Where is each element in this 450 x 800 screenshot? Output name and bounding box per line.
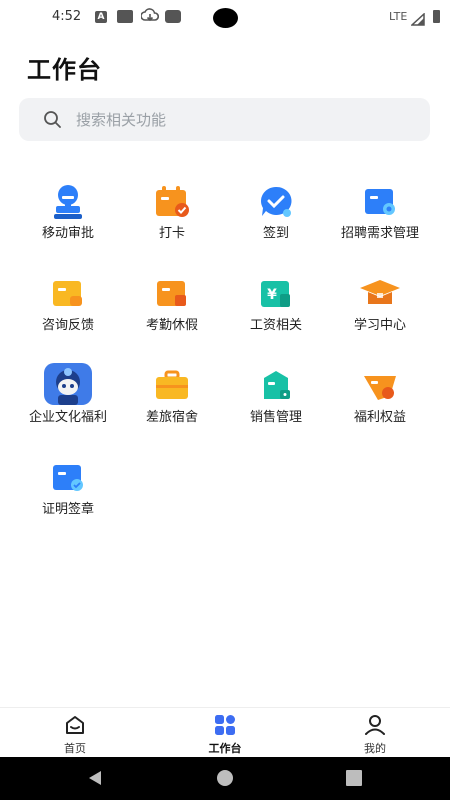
grid-item-learning-center[interactable]: 学习中心 [328, 264, 432, 344]
nav-home[interactable]: 首页 [0, 708, 150, 758]
home-button-icon[interactable] [216, 769, 234, 791]
bottom-nav: 首页 工作台 我的 [0, 707, 450, 757]
recruit-card-icon [356, 178, 404, 226]
certificate-card-icon [44, 454, 92, 502]
status-time: 4:52 [52, 9, 82, 24]
page-title: 工作台 [27, 56, 102, 84]
nav-workbench-label: 工作台 [208, 742, 242, 755]
salary-icon: ¥ [252, 270, 300, 318]
search-input[interactable] [76, 98, 406, 141]
recents-icon[interactable] [346, 770, 362, 790]
attendance-card-icon [148, 270, 196, 318]
nav-workbench[interactable]: 工作台 [150, 708, 300, 758]
graduation-cap-icon [356, 270, 404, 318]
grid-item-corporate-culture[interactable]: 企业文化福利 [16, 356, 120, 436]
cloud-download-icon [140, 8, 160, 28]
grid-item-label: 学习中心 [353, 318, 406, 333]
signal-icon [410, 11, 425, 30]
notification-square-icon [117, 10, 133, 23]
grid-item-certificate-seal[interactable]: 证明签章 [16, 448, 120, 528]
feedback-card-icon [44, 270, 92, 318]
grid-apps-icon [214, 714, 236, 736]
svg-text:¥: ¥ [267, 287, 277, 303]
notification-a-icon: A [95, 11, 107, 23]
grid-item-sign-in[interactable]: 签到 [224, 172, 328, 252]
calendar-check-icon [148, 178, 196, 226]
status-bar: 4:52 A LTE [0, 0, 450, 34]
grid-item-travel-dorm[interactable]: 差旅宿舍 [120, 356, 224, 436]
notification-app-icon [165, 10, 181, 23]
system-nav-bar [0, 757, 450, 800]
search-box[interactable] [19, 98, 430, 141]
check-bubble-icon [252, 178, 300, 226]
search-icon [43, 110, 62, 133]
back-icon[interactable] [86, 769, 104, 791]
grid-item-label: 招聘需求管理 [340, 226, 419, 241]
grid-item-label: 福利权益 [353, 410, 406, 425]
nav-home-label: 首页 [64, 742, 86, 755]
sales-bag-icon [252, 362, 300, 410]
nav-mine[interactable]: 我的 [300, 708, 450, 758]
grid-item-benefits[interactable]: 福利权益 [328, 356, 432, 436]
grid-item-feedback[interactable]: 咨询反馈 [16, 264, 120, 344]
stamp-icon [44, 178, 92, 226]
grid-item-sales[interactable]: 销售管理 [224, 356, 328, 436]
home-icon [64, 714, 86, 736]
camera-cutout [213, 8, 238, 28]
benefit-tag-icon [356, 362, 404, 410]
grid-item-label: 证明签章 [41, 502, 94, 517]
grid-item-clock-in[interactable]: 打卡 [120, 172, 224, 252]
grid-item-mobile-approval[interactable]: 移动审批 [16, 172, 120, 252]
grid-item-attendance[interactable]: 考勤休假 [120, 264, 224, 344]
grid-item-recruitment[interactable]: 招聘需求管理 [328, 172, 432, 252]
battery-icon [433, 10, 440, 23]
mascot-icon [42, 358, 94, 410]
user-icon [364, 714, 386, 736]
network-type: LTE [389, 10, 408, 23]
suitcase-icon [148, 362, 196, 410]
nav-mine-label: 我的 [364, 742, 386, 755]
grid-item-salary[interactable]: ¥ 工资相关 [224, 264, 328, 344]
